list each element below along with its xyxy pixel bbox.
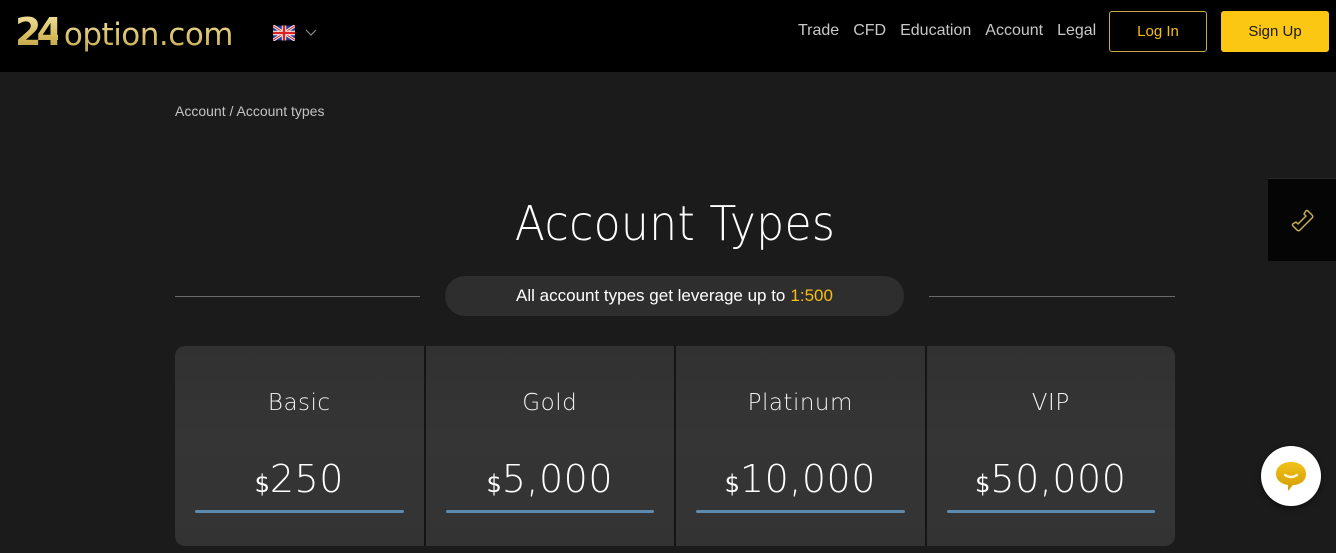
currency-symbol: $ xyxy=(254,470,270,498)
top-navbar: 24 option.com Trade CFD Education Accoun… xyxy=(0,0,1336,72)
breadcrumb-current: Account types xyxy=(236,103,325,119)
uk-flag-icon xyxy=(273,25,295,41)
logo-number: 24 xyxy=(15,10,63,54)
nav-trade[interactable]: Trade xyxy=(798,20,839,42)
leverage-value: 1:500 xyxy=(790,286,833,305)
currency-symbol: $ xyxy=(486,470,502,498)
card-accent-bar xyxy=(946,510,1155,513)
deposit-amount: 250 xyxy=(269,457,344,501)
deposit-amount: 10,000 xyxy=(739,457,876,501)
account-deposit: $50,000 xyxy=(927,457,1176,501)
breadcrumb-separator: / xyxy=(225,103,237,119)
account-card-platinum[interactable]: Platinum $10,000 xyxy=(676,346,925,546)
main-nav: Trade CFD Education Account Legal xyxy=(798,20,1110,42)
account-name: VIP xyxy=(1031,390,1070,416)
nav-cfd[interactable]: CFD xyxy=(853,20,886,42)
account-card-basic[interactable]: Basic $250 xyxy=(175,346,424,546)
nav-account[interactable]: Account xyxy=(985,20,1043,42)
account-types-cards: Basic $250 Gold $5,000 Platinum $10,000 … xyxy=(175,346,1175,546)
account-name: Basic xyxy=(267,390,331,416)
account-deposit: $5,000 xyxy=(426,457,675,501)
account-name: Gold xyxy=(522,390,578,416)
card-accent-bar xyxy=(195,510,404,513)
live-chat-button[interactable] xyxy=(1261,446,1321,506)
phone-icon xyxy=(1291,209,1314,232)
account-name: Platinum xyxy=(747,390,853,416)
login-button[interactable]: Log In xyxy=(1109,11,1207,52)
leverage-text: All account types get leverage up to xyxy=(516,286,786,305)
account-deposit: $250 xyxy=(175,457,424,501)
currency-symbol: $ xyxy=(724,470,740,498)
card-accent-bar xyxy=(696,510,905,513)
call-us-tab[interactable] xyxy=(1268,178,1336,261)
leverage-banner: All account types get leverage up to 1:5… xyxy=(445,276,904,316)
account-deposit: $10,000 xyxy=(676,457,925,501)
chat-bubble-icon xyxy=(1276,462,1306,491)
deposit-amount: 50,000 xyxy=(990,457,1127,501)
card-accent-bar xyxy=(445,510,654,513)
breadcrumb-parent[interactable]: Account xyxy=(175,103,226,119)
currency-symbol: $ xyxy=(975,470,991,498)
account-card-gold[interactable]: Gold $5,000 xyxy=(425,346,675,546)
chevron-down-icon xyxy=(305,29,317,36)
breadcrumb: Account / Account types xyxy=(175,103,324,119)
deposit-amount: 5,000 xyxy=(501,457,614,501)
account-card-vip[interactable]: VIP $50,000 xyxy=(926,346,1176,546)
logo-word: option.com xyxy=(64,13,234,57)
signup-button[interactable]: Sign Up xyxy=(1221,11,1329,52)
nav-education[interactable]: Education xyxy=(900,20,971,42)
nav-legal[interactable]: Legal xyxy=(1057,20,1096,42)
page-title: Account Types xyxy=(514,196,836,252)
logo[interactable]: 24 option.com xyxy=(15,10,233,54)
divider-right xyxy=(929,296,1175,297)
divider-left xyxy=(175,296,420,297)
language-selector[interactable] xyxy=(273,25,317,41)
